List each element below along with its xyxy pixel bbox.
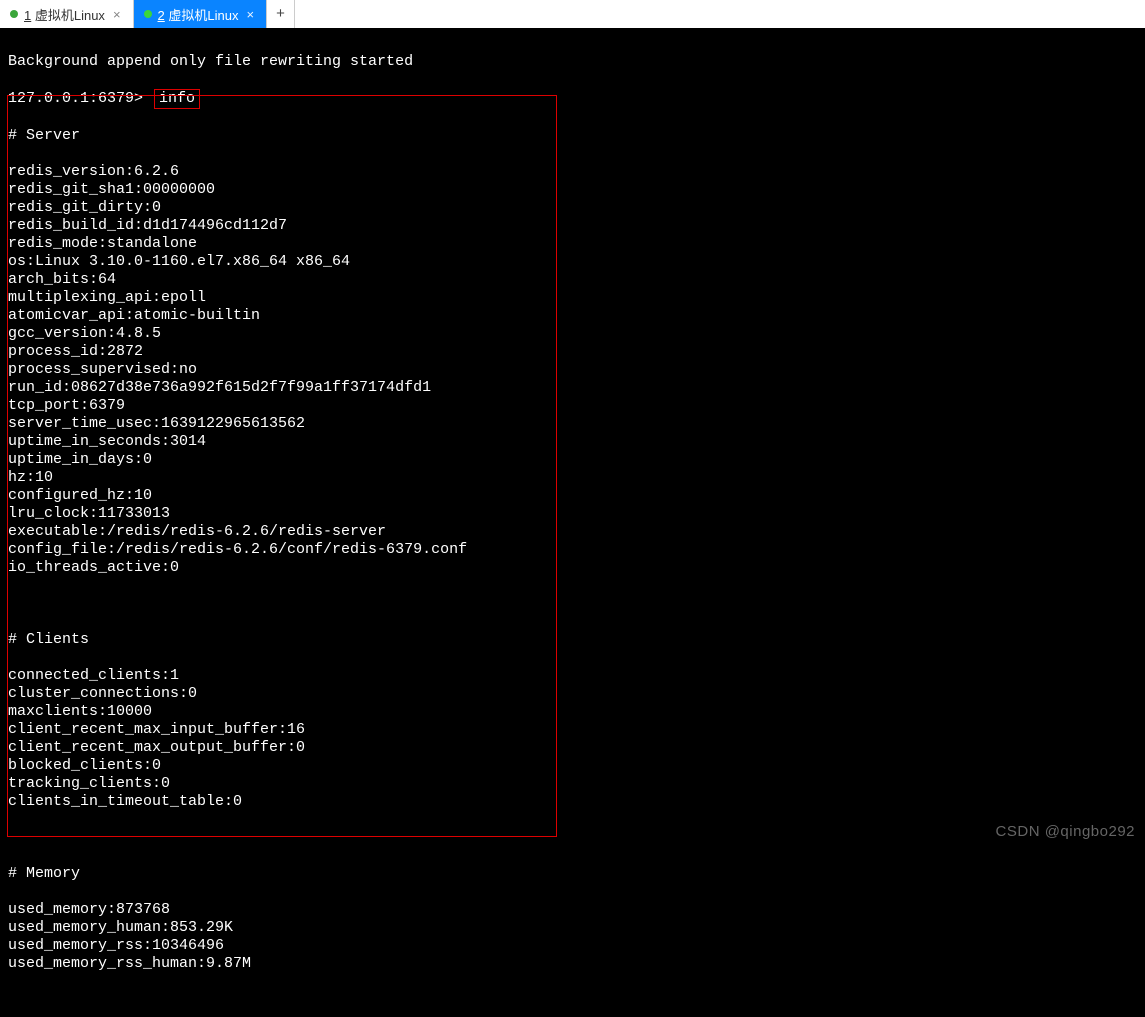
terminal-line: uptime_in_seconds:3014 [8, 433, 1137, 451]
close-icon[interactable]: × [111, 7, 123, 22]
section-header: # Memory [8, 865, 1137, 883]
terminal-line: redis_build_id:d1d174496cd112d7 [8, 217, 1137, 235]
status-dot-icon [10, 10, 18, 18]
tab-2[interactable]: 2 虚拟机Linux × [134, 0, 268, 28]
terminal-line: used_memory_human:853.29K [8, 919, 1137, 937]
terminal-line: cluster_connections:0 [8, 685, 1137, 703]
section-header: # Clients [8, 631, 1137, 649]
terminal-line: redis_mode:standalone [8, 235, 1137, 253]
terminal-line: io_threads_active:0 [8, 559, 1137, 577]
terminal-line: process_id:2872 [8, 343, 1137, 361]
terminal-line: lru_clock:11733013 [8, 505, 1137, 523]
terminal-line: gcc_version:4.8.5 [8, 325, 1137, 343]
terminal-line: tracking_clients:0 [8, 775, 1137, 793]
watermark: CSDN @qingbo292 [996, 823, 1135, 840]
terminal-line: process_supervised:no [8, 361, 1137, 379]
server-section: redis_version:6.2.6redis_git_sha1:000000… [8, 163, 1137, 577]
terminal-line: blocked_clients:0 [8, 757, 1137, 775]
terminal-line: uptime_in_days:0 [8, 451, 1137, 469]
tab-label: 2 虚拟机Linux [158, 5, 239, 24]
terminal-line: clients_in_timeout_table:0 [8, 793, 1137, 811]
memory-section: used_memory:873768used_memory_human:853.… [8, 901, 1137, 973]
terminal-line: Background append only file rewriting st… [8, 53, 1137, 71]
terminal-line: redis_git_sha1:00000000 [8, 181, 1137, 199]
prompt: 127.0.0.1:6379> [8, 90, 143, 107]
terminal-line: client_recent_max_output_buffer:0 [8, 739, 1137, 757]
terminal-line: tcp_port:6379 [8, 397, 1137, 415]
terminal-line: atomicvar_api:atomic-builtin [8, 307, 1137, 325]
blank-line [8, 595, 1137, 613]
terminal-line: used_memory_rss_human:9.87M [8, 955, 1137, 973]
terminal-line: hz:10 [8, 469, 1137, 487]
tab-bar: 1 虚拟机Linux × 2 虚拟机Linux × + [0, 0, 1145, 29]
terminal-line: server_time_usec:1639122965613562 [8, 415, 1137, 433]
status-dot-icon [144, 10, 152, 18]
terminal-line: arch_bits:64 [8, 271, 1137, 289]
close-icon[interactable]: × [244, 7, 256, 22]
terminal-line: executable:/redis/redis-6.2.6/redis-serv… [8, 523, 1137, 541]
terminal-line: used_memory:873768 [8, 901, 1137, 919]
terminal-line: config_file:/redis/redis-6.2.6/conf/redi… [8, 541, 1137, 559]
blank-line [8, 829, 1137, 847]
terminal-line: os:Linux 3.10.0-1160.el7.x86_64 x86_64 [8, 253, 1137, 271]
terminal-line: redis_version:6.2.6 [8, 163, 1137, 181]
new-tab-button[interactable]: + [267, 0, 295, 28]
terminal-line: multiplexing_api:epoll [8, 289, 1137, 307]
terminal-line: maxclients:10000 [8, 703, 1137, 721]
terminal-line: run_id:08627d38e736a992f615d2f7f99a1ff37… [8, 379, 1137, 397]
command-highlight: info [154, 89, 200, 109]
terminal-line: redis_git_dirty:0 [8, 199, 1137, 217]
terminal-line: configured_hz:10 [8, 487, 1137, 505]
terminal-prompt-line: 127.0.0.1:6379> info [8, 89, 1137, 109]
terminal-line: client_recent_max_input_buffer:16 [8, 721, 1137, 739]
tab-1[interactable]: 1 虚拟机Linux × [0, 0, 134, 28]
terminal[interactable]: Background append only file rewriting st… [0, 29, 1145, 1017]
clients-section: connected_clients:1cluster_connections:0… [8, 667, 1137, 811]
tab-label: 1 虚拟机Linux [24, 5, 105, 24]
terminal-line: used_memory_rss:10346496 [8, 937, 1137, 955]
terminal-line: connected_clients:1 [8, 667, 1137, 685]
section-header: # Server [8, 127, 1137, 145]
